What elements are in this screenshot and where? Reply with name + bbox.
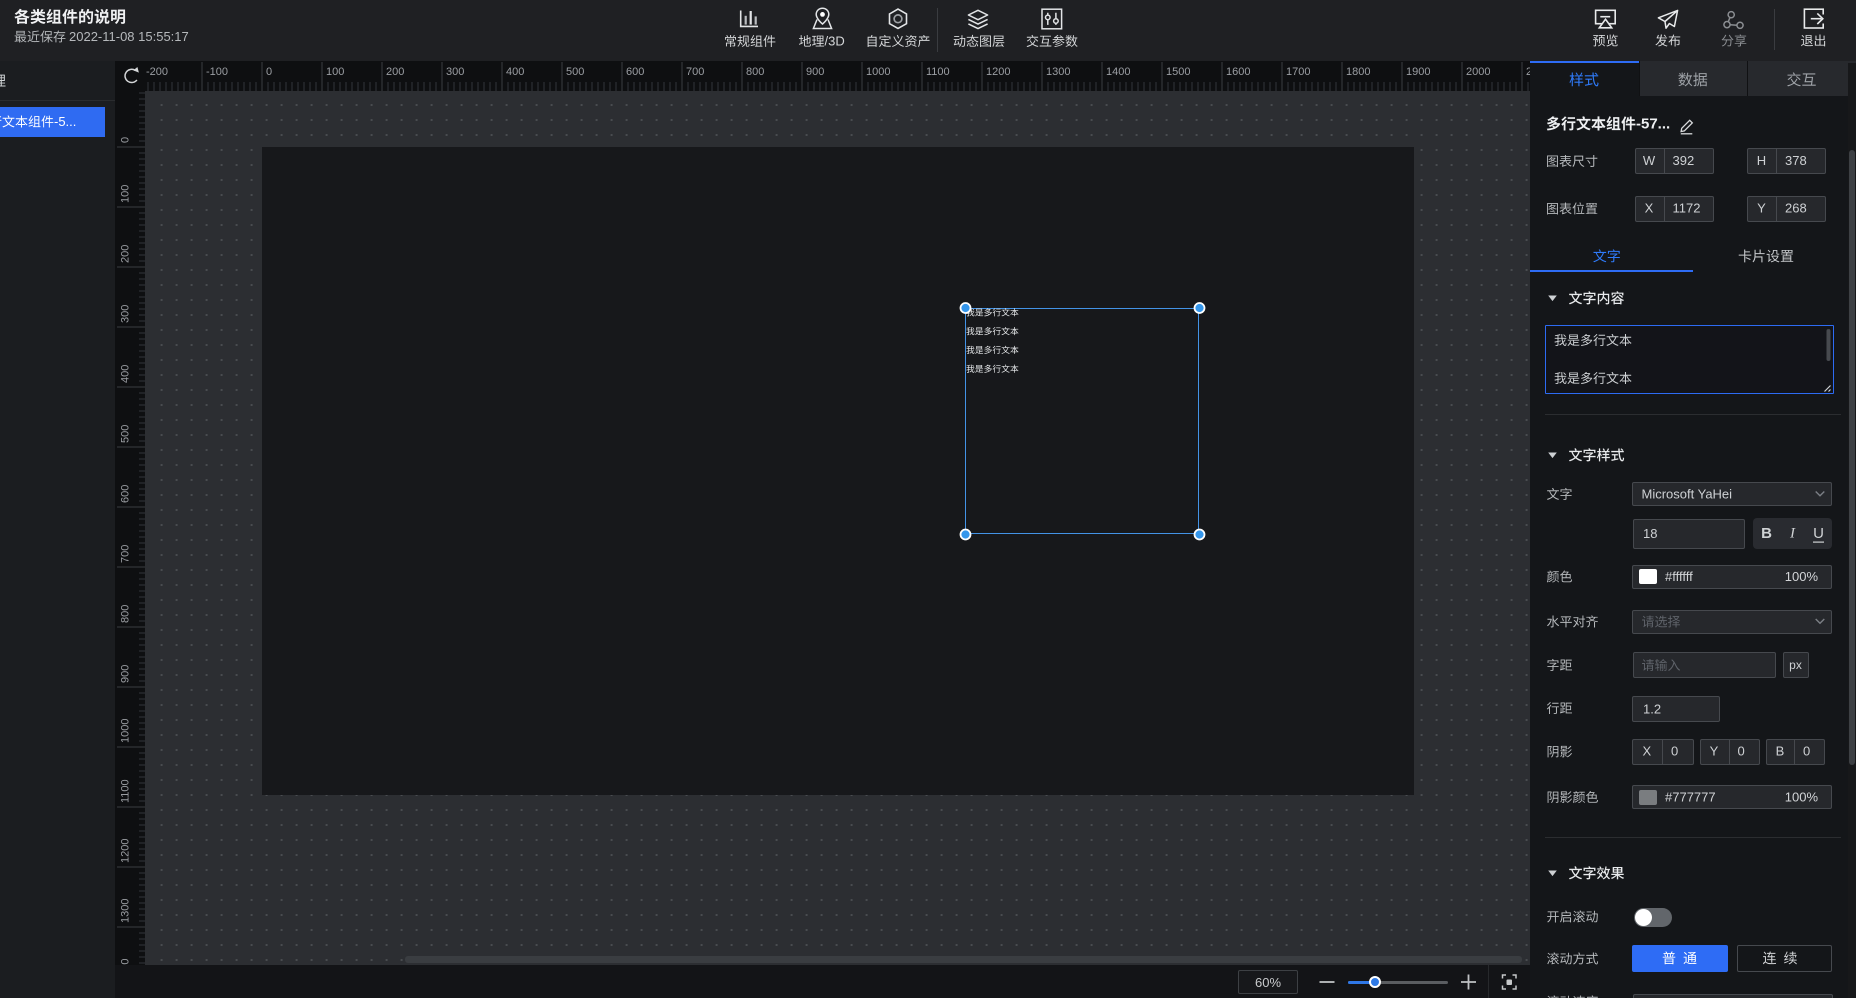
svg-text:0: 0 [120,137,132,143]
svg-text:500: 500 [120,425,132,443]
svg-text:100: 100 [120,185,132,203]
svg-text:-200: -200 [146,66,168,78]
svg-text:600: 600 [626,66,644,78]
svg-text:-100: -100 [206,66,228,78]
svg-text:400: 400 [120,365,132,383]
svg-text:1300: 1300 [120,899,132,923]
svg-text:700: 700 [686,66,704,78]
svg-text:600: 600 [120,485,132,503]
svg-text:1500: 1500 [1166,66,1190,78]
svg-text:900: 900 [806,66,824,78]
svg-text:300: 300 [120,305,132,323]
svg-text:1700: 1700 [1286,66,1310,78]
svg-text:0: 0 [266,66,272,78]
svg-text:300: 300 [446,66,464,78]
svg-text:1800: 1800 [1346,66,1370,78]
svg-text:800: 800 [120,605,132,623]
svg-text:1100: 1100 [926,66,950,78]
svg-text:1100: 1100 [120,779,132,803]
svg-text:900: 900 [120,665,132,683]
svg-text:700: 700 [120,545,132,563]
svg-text:800: 800 [746,66,764,78]
svg-text:1300: 1300 [1046,66,1070,78]
svg-text:1000: 1000 [120,719,132,743]
svg-text:200: 200 [386,66,404,78]
svg-text:500: 500 [566,66,584,78]
svg-text:400: 400 [506,66,524,78]
svg-text:1400: 1400 [1106,66,1130,78]
svg-text:1600: 1600 [1226,66,1250,78]
svg-text:100: 100 [326,66,344,78]
svg-text:1200: 1200 [986,66,1010,78]
svg-text:1200: 1200 [120,839,132,863]
svg-text:1000: 1000 [866,66,890,78]
svg-text:1900: 1900 [1406,66,1430,78]
svg-text:200: 200 [120,245,132,263]
svg-text:2000: 2000 [1466,66,1490,78]
